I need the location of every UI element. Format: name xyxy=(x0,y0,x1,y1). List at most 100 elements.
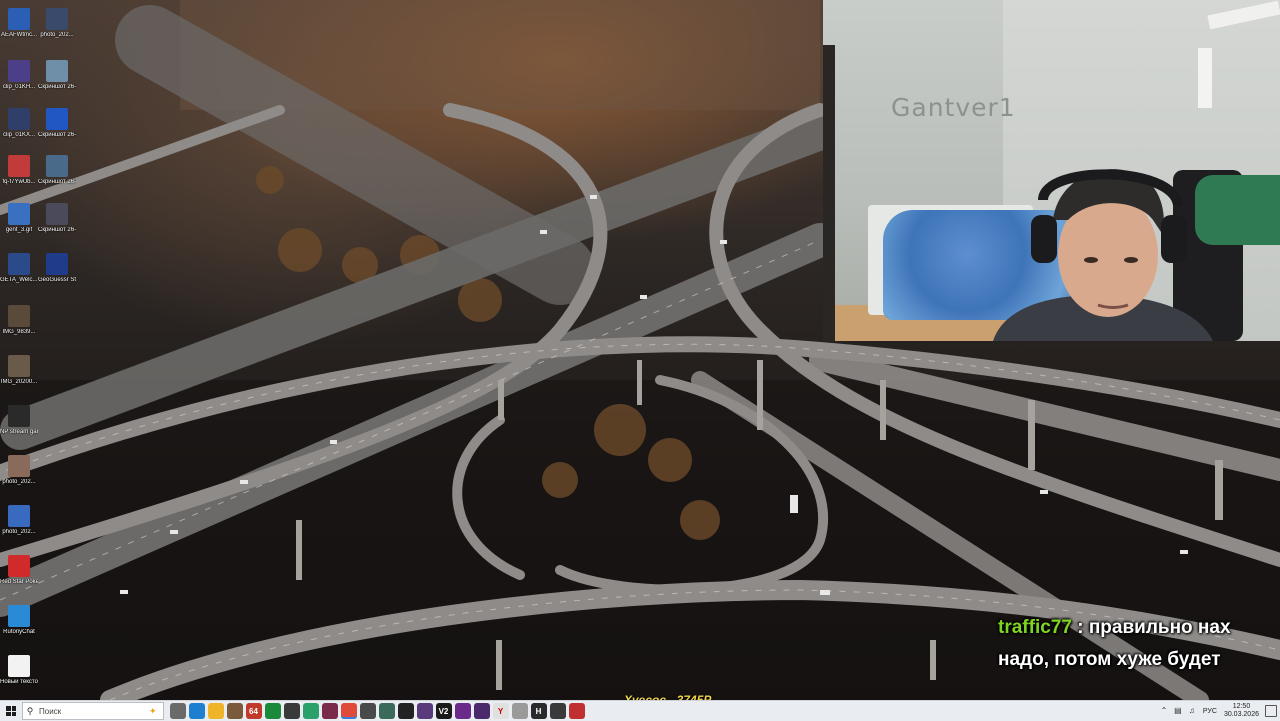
file-icon xyxy=(46,253,68,275)
tray-chevron-icon[interactable]: ⌃ xyxy=(1159,706,1169,716)
file-icon xyxy=(46,108,68,130)
desktop-icon[interactable]: Red Star Poker xyxy=(0,555,38,586)
desktop-icon[interactable]: RutonyChat xyxy=(0,605,38,636)
desktop-icons: AEAFWtmc... photo_202... clip_01KH... Скрин… xyxy=(0,0,80,700)
desktop-icon[interactable]: NP stream gantver1... xyxy=(0,405,38,436)
obs-icon[interactable] xyxy=(397,703,414,719)
app-icon[interactable] xyxy=(416,703,433,719)
desktop-icon-label: IMG_9839... xyxy=(2,329,36,335)
file-icon xyxy=(8,655,30,677)
file-icon xyxy=(46,155,68,177)
file-icon xyxy=(8,108,30,130)
clock[interactable]: 12:50 30.03.2026 xyxy=(1224,703,1259,719)
desktop-icon[interactable]: clip_01KH... xyxy=(0,60,38,91)
file-icon xyxy=(8,203,30,225)
desktop-icon-label: clip_01KX... xyxy=(2,132,36,138)
desktop-icon[interactable]: GeoGuessr Steam E... xyxy=(38,253,76,284)
file-icon xyxy=(46,8,68,30)
search-placeholder: Поиск xyxy=(39,706,62,716)
clock-date: 30.03.2026 xyxy=(1223,711,1259,718)
streamer-silhouette xyxy=(993,169,1213,341)
desktop-icon[interactable]: Скриншот 26-03-20... xyxy=(38,108,76,139)
file-icon xyxy=(46,203,68,225)
file-icon xyxy=(8,605,30,627)
explorer-icon[interactable] xyxy=(207,703,224,719)
desktop-icon-label: RutonyChat xyxy=(3,629,35,635)
desktop-icon[interactable]: Скриншот 26-03-20... xyxy=(38,203,76,234)
windows-logo-icon xyxy=(6,706,16,716)
file-icon xyxy=(8,505,30,527)
edge-dev-icon[interactable] xyxy=(302,703,319,719)
app-icon[interactable] xyxy=(359,703,376,719)
desktop-icon-label: gent_3.gif xyxy=(5,227,33,233)
file-icon xyxy=(46,60,68,82)
file-icon xyxy=(8,253,30,275)
desktop-icon-label: Новый текстовый ... xyxy=(0,679,38,685)
file-icon xyxy=(8,405,30,427)
chrome-icon[interactable] xyxy=(340,703,357,719)
desktop-icon[interactable]: Новый текстовый ... xyxy=(0,655,38,686)
desktop-icon-label: IMG_20200... xyxy=(0,379,38,385)
app-64-icon[interactable]: 64 xyxy=(245,703,262,719)
search-icon: ⚲ xyxy=(26,705,34,716)
app-icon[interactable] xyxy=(454,703,471,719)
desktop-icon[interactable]: fq-f7YwUb... xyxy=(0,155,38,186)
file-icon xyxy=(8,8,30,30)
desktop-icon[interactable]: Скриншот 26-03-20... xyxy=(38,155,76,186)
desktop-icon-label: Скриншот 26-03-20... xyxy=(38,84,76,90)
app-icon[interactable] xyxy=(568,703,585,719)
desktop-icon[interactable]: IMG_9839... xyxy=(0,305,38,336)
yandex-icon[interactable]: Y xyxy=(492,703,509,719)
clock-time: 12:50 xyxy=(1232,703,1251,710)
desktop-icon-label: NP stream gantver1... xyxy=(0,429,38,435)
app-icon[interactable] xyxy=(378,703,395,719)
v2-icon[interactable]: V2 xyxy=(435,703,452,719)
desktop-icon[interactable]: photo_202... xyxy=(38,8,76,39)
desktop-icon-label: Red Star Poker xyxy=(0,579,38,585)
webcam-feed: Gantver1 xyxy=(823,0,1280,341)
desktop-icon-label: photo_202... xyxy=(2,479,36,485)
file-icon xyxy=(8,455,30,477)
taskbar-search[interactable]: ⚲ Поиск ✦ xyxy=(22,702,164,720)
desktop-icon-label: fq-f7YwUb... xyxy=(2,179,36,185)
desktop-icon[interactable]: IMG_20200... xyxy=(0,355,38,386)
chat-separator: : xyxy=(1071,617,1089,638)
h-icon[interactable]: H xyxy=(530,703,547,719)
taskbar-apps: 64 V2 Y H xyxy=(168,703,586,719)
file-icon xyxy=(8,355,30,377)
system-tray: ⌃ ▤ ♫ РУС 12:50 30.03.2026 xyxy=(1157,701,1280,721)
file-icon xyxy=(8,155,30,177)
volume-icon[interactable]: ♫ xyxy=(1187,706,1197,716)
file-icon xyxy=(8,60,30,82)
desktop-icon[interactable]: photo_202... xyxy=(0,505,38,536)
desktop-icon[interactable]: clip_01KX... xyxy=(0,108,38,139)
start-button[interactable] xyxy=(0,701,22,721)
app-icon[interactable] xyxy=(321,703,338,719)
app-icon[interactable] xyxy=(549,703,566,719)
search-highlight-icon: ✦ xyxy=(149,705,157,716)
chat-overlay: traffic77 : правильно нах надо, потом ху… xyxy=(998,612,1268,676)
desktop-icon[interactable]: Скриншот 26-03-20... xyxy=(38,60,76,91)
desktop-icon-label: Скриншот 26-03-20... xyxy=(38,227,76,233)
notifications-icon[interactable] xyxy=(1265,705,1277,717)
desktop-icon[interactable]: photo_202... xyxy=(0,455,38,486)
task-view-icon[interactable] xyxy=(169,703,186,719)
app-icon[interactable] xyxy=(226,703,243,719)
webcam-lamp xyxy=(1198,48,1212,108)
desktop-icon-label: Скриншот 26-03-20... xyxy=(38,132,76,138)
desktop-icon[interactable]: gent_3.gif xyxy=(0,203,38,234)
desktop-icon[interactable]: AEAFWtmc... xyxy=(0,8,38,39)
taskbar: ⚲ Поиск ✦ 64 V2 Y H ⌃ ▤ ♫ РУС 12:50 30.03.2… xyxy=(0,700,1280,721)
desktop-icon[interactable]: GETA_Welc... 2_gantver... xyxy=(0,253,38,284)
language-indicator[interactable]: РУС xyxy=(1203,708,1217,715)
store-icon[interactable] xyxy=(264,703,281,719)
app-icon[interactable] xyxy=(511,703,528,719)
desktop-icon-label: photo_202... xyxy=(2,529,36,535)
webcam-doorframe xyxy=(823,45,835,341)
terminal-icon[interactable] xyxy=(283,703,300,719)
network-icon[interactable]: ▤ xyxy=(1173,706,1183,716)
edge-icon[interactable] xyxy=(188,703,205,719)
desktop-icon-label: GETA_Welc... 2_gantver... xyxy=(0,277,38,283)
desktop-icon-label: photo_202... xyxy=(40,32,74,38)
app-icon[interactable] xyxy=(473,703,490,719)
